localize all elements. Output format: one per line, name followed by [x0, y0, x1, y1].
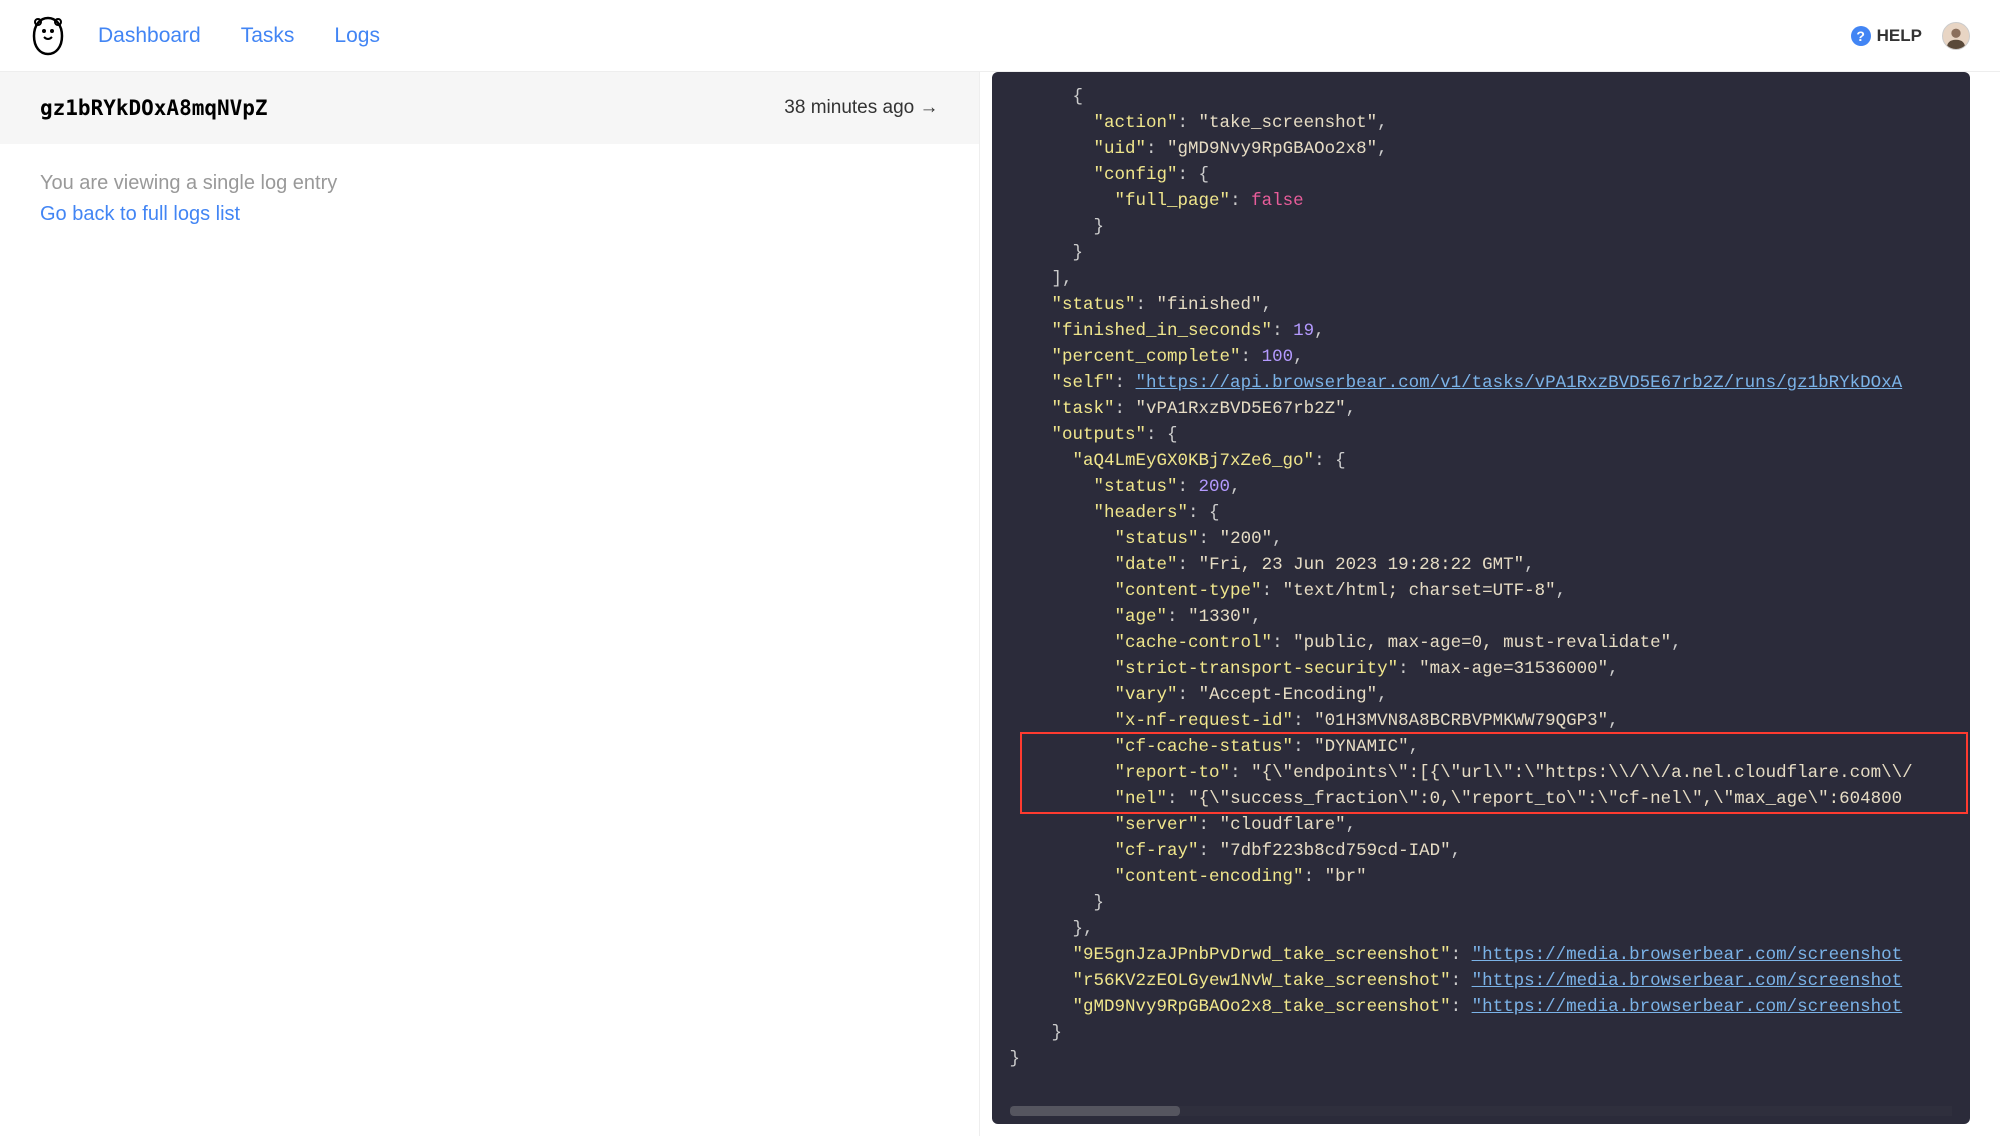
- app-header: Dashboard Tasks Logs ? HELP: [0, 0, 2000, 72]
- horizontal-scrollbar[interactable]: [1010, 1106, 1953, 1116]
- help-icon: ?: [1851, 26, 1871, 46]
- help-label: HELP: [1877, 26, 1922, 46]
- scrollbar-thumb[interactable]: [1010, 1106, 1180, 1116]
- back-to-logs-link[interactable]: Go back to full logs list: [40, 203, 240, 225]
- entry-header: gz1bRYkDOxA8mqNVpZ 38 minutes ago →: [0, 72, 979, 144]
- left-panel: gz1bRYkDOxA8mqNVpZ 38 minutes ago → You …: [0, 72, 980, 1136]
- user-avatar[interactable]: [1942, 22, 1970, 50]
- header-left: Dashboard Tasks Logs: [30, 16, 380, 56]
- json-viewer[interactable]: { "action": "take_screenshot", "uid": "g…: [992, 72, 1971, 1124]
- entry-body: You are viewing a single log entry Go ba…: [0, 144, 979, 254]
- right-panel: { "action": "take_screenshot", "uid": "g…: [980, 72, 2000, 1136]
- content-area: gz1bRYkDOxA8mqNVpZ 38 minutes ago → You …: [0, 72, 2000, 1136]
- json-content: { "action": "take_screenshot", "uid": "g…: [1010, 84, 1953, 1072]
- header-right: ? HELP: [1851, 22, 1970, 50]
- logo-icon[interactable]: [30, 16, 66, 56]
- entry-timestamp[interactable]: 38 minutes ago →: [784, 97, 938, 119]
- main-nav: Dashboard Tasks Logs: [98, 24, 380, 48]
- nav-logs[interactable]: Logs: [334, 24, 380, 48]
- single-entry-hint: You are viewing a single log entry: [40, 172, 939, 195]
- entry-id: gz1bRYkDOxA8mqNVpZ: [40, 96, 268, 120]
- nav-dashboard[interactable]: Dashboard: [98, 24, 201, 48]
- help-button[interactable]: ? HELP: [1851, 26, 1922, 46]
- nav-tasks[interactable]: Tasks: [241, 24, 295, 48]
